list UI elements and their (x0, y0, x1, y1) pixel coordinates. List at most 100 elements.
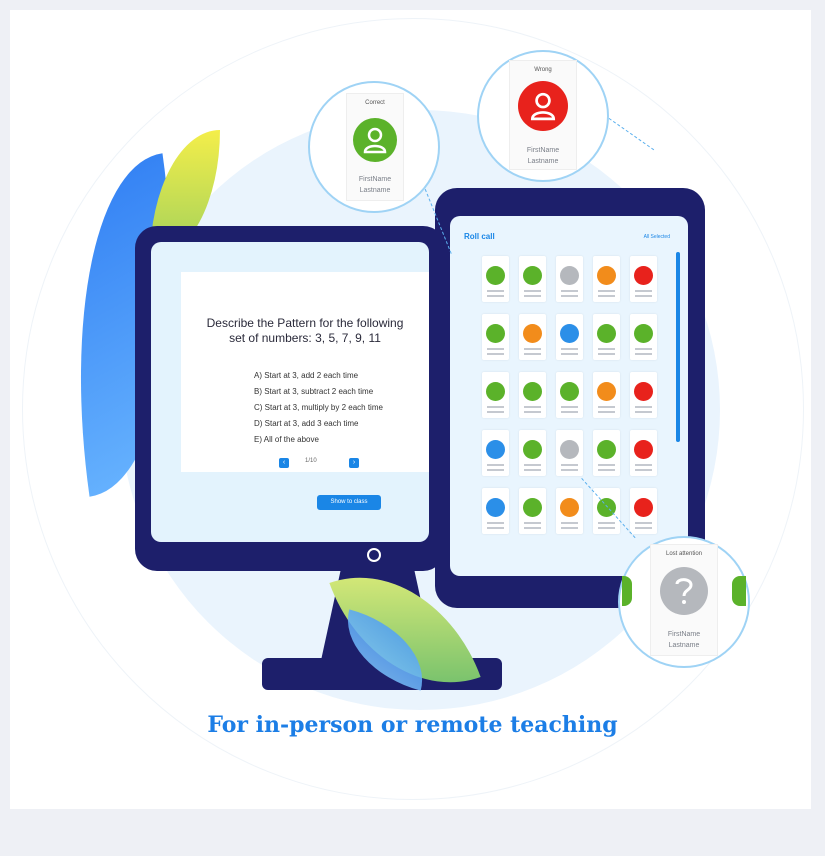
student-tile[interactable] (519, 256, 546, 302)
option-e[interactable]: E) All of the above (254, 432, 424, 448)
name-placeholder (487, 411, 504, 413)
name-placeholder (524, 464, 541, 466)
name-placeholder (561, 406, 578, 408)
name-placeholder (524, 353, 541, 355)
person-avatar-icon (486, 266, 505, 285)
student-tile[interactable] (519, 488, 546, 534)
student-tile[interactable] (519, 430, 546, 476)
person-avatar-icon (486, 382, 505, 401)
name-placeholder (635, 411, 652, 413)
name-placeholder (598, 411, 615, 413)
student-tile[interactable] (593, 314, 620, 360)
student-tile[interactable] (593, 372, 620, 418)
name-placeholder (598, 290, 615, 292)
name-placeholder (524, 290, 541, 292)
student-tile[interactable] (482, 488, 509, 534)
name-placeholder (635, 469, 652, 471)
lost-attention-bubble: Lost attention FirstName Lastname (618, 536, 750, 668)
name-placeholder (524, 406, 541, 408)
question-text: Describe the Pattern for the following s… (181, 316, 429, 346)
student-tile[interactable] (630, 314, 657, 360)
student-tile[interactable] (519, 372, 546, 418)
name-placeholder (635, 348, 652, 350)
option-b[interactable]: B) Start at 3, subtract 2 each time (254, 384, 424, 400)
student-tile[interactable] (519, 314, 546, 360)
student-tile[interactable] (630, 488, 657, 534)
tagline: For in-person or remote teaching (207, 712, 618, 738)
name-placeholder (487, 290, 504, 292)
person-avatar-icon (523, 382, 542, 401)
status-label: Correct (365, 100, 385, 106)
student-tile[interactable] (556, 314, 583, 360)
last-name: Lastname (527, 158, 559, 165)
name-placeholder (598, 353, 615, 355)
student-tile[interactable] (482, 430, 509, 476)
name-placeholder (598, 469, 615, 471)
name-placeholder (561, 469, 578, 471)
person-avatar-icon (523, 324, 542, 343)
student-tile[interactable] (593, 430, 620, 476)
name-placeholder (598, 406, 615, 408)
next-button[interactable]: › (349, 458, 359, 468)
neighbor-avatar (732, 576, 746, 606)
option-c[interactable]: C) Start at 3, multiply by 2 each time (254, 400, 424, 416)
student-tile[interactable] (556, 430, 583, 476)
name-placeholder (487, 353, 504, 355)
student-card: Correct FirstName Lastname (346, 93, 404, 201)
person-avatar-icon (523, 266, 542, 285)
wrong-student-bubble: Wrong FirstName Lastname (477, 50, 609, 182)
name-placeholder (561, 522, 578, 524)
student-card: Lost attention FirstName Lastname (650, 544, 718, 656)
person-avatar-icon (597, 266, 616, 285)
name-placeholder (635, 290, 652, 292)
student-tile[interactable] (630, 372, 657, 418)
person-avatar-icon (634, 266, 653, 285)
student-tile[interactable] (556, 372, 583, 418)
first-name: FirstName (358, 176, 392, 183)
status-label: Wrong (534, 67, 552, 73)
person-avatar-icon (597, 382, 616, 401)
person-avatar-icon (523, 440, 542, 459)
neighbor-avatar (622, 576, 632, 606)
desktop-monitor: Describe the Pattern for the following s… (135, 226, 445, 571)
avatar (518, 81, 568, 131)
student-tile[interactable] (482, 372, 509, 418)
scrollbar[interactable] (676, 252, 680, 442)
student-tile[interactable] (593, 256, 620, 302)
name-placeholder (561, 295, 578, 297)
name-placeholder (635, 527, 652, 529)
prev-button[interactable]: ‹ (279, 458, 289, 468)
all-selected-link[interactable]: All Selected (644, 234, 670, 240)
name-placeholder (561, 348, 578, 350)
name-placeholder (524, 469, 541, 471)
name-placeholder (635, 295, 652, 297)
student-tile[interactable] (482, 314, 509, 360)
student-tile[interactable] (630, 256, 657, 302)
show-to-class-button[interactable]: Show to class (317, 495, 381, 510)
option-a[interactable]: A) Start at 3, add 2 each time (254, 368, 424, 384)
question-mark-icon (675, 578, 693, 604)
option-d[interactable]: D) Start at 3, add 3 each time (254, 416, 424, 432)
person-avatar-icon (634, 324, 653, 343)
question-line-1: Describe the Pattern for the following (206, 316, 404, 330)
status-label: Lost attention (665, 551, 703, 557)
student-tile[interactable] (556, 256, 583, 302)
name-placeholder (524, 522, 541, 524)
first-name: FirstName (526, 147, 560, 154)
answer-options: A) Start at 3, add 2 each time B) Start … (254, 368, 424, 448)
name-placeholder (561, 527, 578, 529)
name-placeholder (598, 464, 615, 466)
student-tile[interactable] (630, 430, 657, 476)
name-placeholder (598, 527, 615, 529)
last-name: Lastname (359, 187, 391, 194)
slide-pager: ‹ 1/10 › (279, 458, 359, 468)
person-avatar-icon (560, 382, 579, 401)
person-icon (530, 92, 556, 121)
name-placeholder (524, 411, 541, 413)
student-tile[interactable] (556, 488, 583, 534)
student-tile[interactable] (482, 256, 509, 302)
name-placeholder (635, 353, 652, 355)
name-placeholder (487, 522, 504, 524)
name-placeholder (487, 527, 504, 529)
hand-raised-icon (560, 324, 579, 343)
